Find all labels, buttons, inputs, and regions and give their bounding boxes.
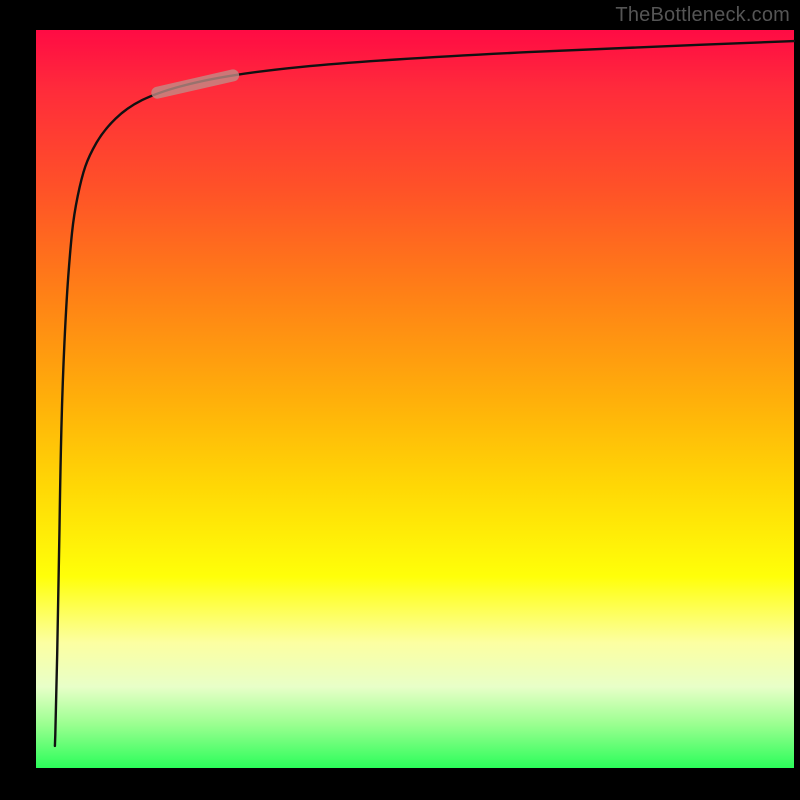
watermark-text: TheBottleneck.com <box>615 4 790 27</box>
curve-main <box>55 41 794 746</box>
chart-frame: TheBottleneck.com <box>0 0 800 800</box>
chart-svg <box>36 30 794 768</box>
plot-area <box>36 30 794 768</box>
curve-highlight-segment <box>157 75 233 92</box>
